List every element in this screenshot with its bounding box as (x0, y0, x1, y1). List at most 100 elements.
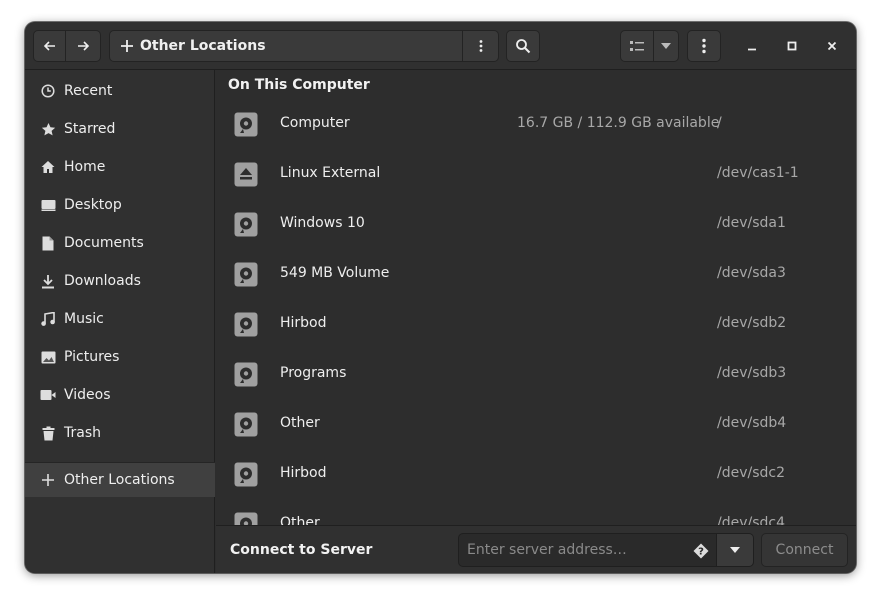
svg-text:?: ? (698, 547, 704, 558)
recent-servers-dropdown[interactable] (717, 533, 754, 567)
download-icon (40, 273, 56, 289)
volume-name: Hirbod (280, 315, 327, 331)
location-label: Other Locations (140, 38, 266, 54)
volume-row[interactable]: Linux External/dev/cas1-1 (216, 149, 856, 199)
volume-row[interactable]: Hirbod/dev/sdb2 (216, 299, 856, 349)
drive-icon (234, 212, 258, 237)
plus-icon (121, 40, 133, 52)
arrow-right-icon (78, 41, 90, 51)
sidebar-item-trash[interactable]: Trash (25, 416, 215, 450)
sidebar-item-starred[interactable]: Starred (25, 112, 215, 146)
chevron-down-icon (730, 547, 740, 553)
volume-name: Other (280, 515, 320, 525)
sidebar-item-label: Downloads (64, 273, 141, 289)
volume-device-path: /dev/sdc4 (717, 515, 786, 525)
forward-button[interactable] (66, 30, 101, 62)
plus-icon (40, 472, 56, 488)
volume-device-path: / (717, 115, 722, 131)
drive-icon (234, 512, 258, 525)
locations-view: On This Computer Computer 16.7 GB / 112.9… (216, 70, 856, 525)
star-icon (40, 121, 56, 137)
home-icon (40, 159, 56, 175)
search-icon (516, 39, 531, 54)
connect-button[interactable]: Connect (761, 533, 848, 567)
trash-icon (40, 425, 56, 441)
sidebar-item-home[interactable]: Home (25, 150, 215, 184)
view-options-dropdown[interactable] (654, 30, 679, 62)
back-button[interactable] (33, 30, 66, 62)
sidebar-item-pictures[interactable]: Pictures (25, 340, 215, 374)
main-menu-button[interactable] (687, 30, 721, 62)
sidebar-item-videos[interactable]: Videos (25, 378, 215, 412)
volume-name: Other (280, 415, 320, 431)
document-icon (40, 235, 56, 251)
sidebar-item-label: Pictures (64, 349, 120, 365)
sidebar-item-recent[interactable]: Recent (25, 74, 215, 108)
path-menu-button[interactable] (463, 31, 498, 61)
volume-row[interactable]: Other/dev/sdc4 (216, 499, 856, 525)
music-icon (40, 311, 56, 327)
drive-icon (234, 262, 258, 287)
arrow-left-icon (43, 41, 55, 51)
sidebar-item-documents[interactable]: Documents (25, 226, 215, 260)
sidebar-item-label: Trash (64, 425, 101, 441)
volume-name: 549 MB Volume (280, 265, 390, 281)
video-icon (40, 387, 56, 403)
volume-device-path: /dev/sda3 (717, 265, 786, 281)
drive-icon (234, 312, 258, 337)
volume-name: Computer (280, 115, 350, 131)
sidebar-item-label: Other Locations (64, 472, 175, 488)
volume-name: Linux External (280, 165, 381, 181)
close-button[interactable] (820, 34, 844, 58)
vertical-dots-icon (479, 40, 482, 52)
connect-to-server-bar: Connect to Server ? Connect (216, 525, 856, 573)
sidebar-item-label: Desktop (64, 197, 122, 213)
drive-icon (234, 112, 258, 137)
view-mode-button[interactable] (620, 30, 654, 62)
connect-title: Connect to Server (230, 542, 373, 558)
location-button[interactable]: Other Locations (110, 31, 463, 61)
sidebar: Recent Starred Home Desktop Documents Do… (25, 70, 215, 573)
volume-name: Programs (280, 365, 347, 381)
desktop-icon (40, 197, 56, 213)
picture-icon (40, 349, 56, 365)
volume-name: Windows 10 (280, 215, 365, 231)
sidebar-item-label: Recent (64, 83, 113, 99)
eject-drive-icon (234, 162, 258, 187)
volume-row[interactable]: Computer 16.7 GB / 112.9 GB available / (216, 99, 856, 149)
server-address-input[interactable] (458, 533, 717, 567)
volume-device-path: /dev/sdb4 (717, 415, 787, 431)
sidebar-item-music[interactable]: Music (25, 302, 215, 336)
close-icon (827, 41, 837, 51)
volume-device-path: /dev/sdb3 (717, 365, 787, 381)
drive-icon (234, 462, 258, 487)
volume-device-path: /dev/sda1 (717, 215, 786, 231)
vertical-dots-icon (702, 38, 706, 54)
sidebar-item-downloads[interactable]: Downloads (25, 264, 215, 298)
help-diamond-icon[interactable]: ? (693, 543, 709, 559)
volume-row[interactable]: Windows 10/dev/sda1 (216, 199, 856, 249)
volume-name: Hirbod (280, 465, 327, 481)
headerbar: Other Locations (25, 22, 856, 70)
chevron-down-icon (661, 43, 671, 49)
maximize-button[interactable] (780, 34, 804, 58)
section-title: On This Computer (228, 77, 370, 93)
sidebar-item-label: Home (64, 159, 106, 175)
volume-device-path: /dev/sdc2 (717, 465, 786, 481)
location-bar: Other Locations (109, 30, 499, 62)
file-manager-window: Other Locations Recent Starred Home Desk… (25, 22, 856, 573)
sidebar-item-other-locations[interactable]: Other Locations (25, 463, 215, 497)
maximize-icon (787, 41, 797, 51)
volume-device-path: /dev/sdb2 (717, 315, 787, 331)
clock-icon (40, 83, 56, 99)
sidebar-item-label: Music (64, 311, 104, 327)
volume-row[interactable]: Other/dev/sdb4 (216, 399, 856, 449)
sidebar-item-desktop[interactable]: Desktop (25, 188, 215, 222)
list-view-icon (630, 41, 644, 51)
sidebar-item-label: Documents (64, 235, 144, 251)
minimize-button[interactable] (740, 34, 764, 58)
search-button[interactable] (506, 30, 540, 62)
volume-row[interactable]: Hirbod/dev/sdc2 (216, 449, 856, 499)
volume-row[interactable]: Programs/dev/sdb3 (216, 349, 856, 399)
volume-row[interactable]: 549 MB Volume/dev/sda3 (216, 249, 856, 299)
